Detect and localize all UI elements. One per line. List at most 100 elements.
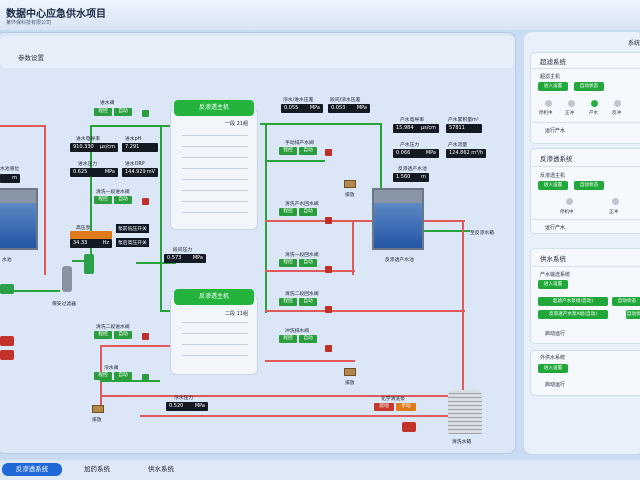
manual-valve-mode1[interactable]: 程控 <box>279 147 297 155</box>
uf-enter-button[interactable]: 进入设置 <box>538 82 568 91</box>
manual-valve[interactable] <box>325 149 332 156</box>
stage-diff-value: 0.053 MPa <box>328 104 370 113</box>
chem-pump-mode2[interactable]: 手动 <box>396 403 416 411</box>
inlet-valve-label: 进水阀 <box>100 101 115 106</box>
supply-title: 供水系统 <box>540 255 566 263</box>
ro-pump-group-button[interactable]: 反渗透产水泵A组(自动) <box>538 310 608 319</box>
flush-product-mode2[interactable]: 自动 <box>299 208 317 216</box>
uf-state-label: 产水 <box>589 111 598 116</box>
pipe <box>44 125 46 275</box>
pipe <box>0 125 46 127</box>
membrane <box>182 355 248 356</box>
ro-title: 反渗透系统 <box>540 155 573 163</box>
stage1-flush-valve[interactable] <box>142 198 149 205</box>
ro-main-2[interactable] <box>170 295 258 375</box>
divider <box>532 166 640 167</box>
feed-pump-red[interactable] <box>0 336 14 346</box>
ro-main-2-stage: 二段 11组 <box>225 311 248 317</box>
product-cond-label: 产水电导率 <box>400 118 424 123</box>
stage2-flush-in-mode1[interactable]: 程控 <box>94 331 112 339</box>
flush-stage1-mode1[interactable]: 程控 <box>279 259 297 267</box>
to-ro-label: 至反渗水箱 <box>470 231 494 236</box>
conc-valve-mode1[interactable]: 程控 <box>94 372 112 380</box>
manual-valve-mode2[interactable]: 自动 <box>299 147 317 155</box>
pipe <box>265 220 465 222</box>
flush-stage1-mode2[interactable]: 自动 <box>299 259 317 267</box>
flush-water-valve[interactable] <box>325 345 332 352</box>
conc-valve[interactable] <box>142 374 149 381</box>
app-subtitle: 某环保科技有限公司 <box>6 20 52 26</box>
stage1-flush-mode1[interactable]: 程控 <box>94 196 112 204</box>
params-title[interactable]: 参数设置 <box>18 52 44 62</box>
flush-water-mode2[interactable]: 自动 <box>299 335 317 343</box>
ro-main-2-title[interactable]: 反渗透主机 <box>174 289 254 305</box>
flush-stage2-mode2[interactable]: 自动 <box>299 298 317 306</box>
pipe <box>90 125 170 127</box>
flush-stage2-mode1[interactable]: 程控 <box>279 298 297 306</box>
membrane <box>182 146 248 147</box>
stage1-flush-mode2[interactable]: 自动 <box>114 196 132 204</box>
inlet-cond-label: 进水电导率 <box>76 137 100 142</box>
pipe <box>265 123 267 313</box>
ro-main-1-title[interactable]: 反渗透主机 <box>174 100 254 116</box>
ro-run-button[interactable]: 运行产水 <box>545 224 565 231</box>
tab-supply-system[interactable]: 供水系统 <box>136 463 186 476</box>
stage1-flush-valve-label: 清洗一段进水阀 <box>96 190 130 195</box>
stage2-flush-in-valve[interactable] <box>142 333 149 340</box>
pipe <box>160 125 162 265</box>
conc-valve-mode2[interactable]: 自动 <box>114 372 132 380</box>
inlet-valve[interactable] <box>142 110 149 117</box>
inlet-valve-mode1[interactable]: 程控 <box>94 108 112 116</box>
flush-product-mode1[interactable]: 程控 <box>279 208 297 216</box>
stage2-flush-in-mode2[interactable]: 自动 <box>114 331 132 339</box>
supply-sub: 产水输送系统 <box>540 272 571 278</box>
tab-dosing-system[interactable]: 加药系统 <box>72 463 122 476</box>
flush-product-valve-label: 清洗产水回水阀 <box>285 202 319 207</box>
uf-run-button[interactable]: 运行产水 <box>545 127 565 134</box>
flush-stage2-valve[interactable] <box>325 306 332 313</box>
supply-auto-button[interactable]: 自动状态 <box>612 297 640 306</box>
params-bar <box>0 36 515 68</box>
uf-auto-button[interactable]: 自动状态 <box>574 82 604 91</box>
membrane <box>182 135 248 136</box>
supply-start-button[interactable]: 启动运行 <box>545 330 565 337</box>
membrane <box>182 344 248 345</box>
ro-auto-button[interactable]: 自动状态 <box>574 181 604 190</box>
pipe <box>140 415 450 417</box>
ext-enter-button[interactable]: 进入设置 <box>538 364 568 373</box>
flush-water-mode1[interactable]: 程控 <box>279 335 297 343</box>
inlet-valve-mode2[interactable]: 自动 <box>114 108 132 116</box>
feed-pump-red[interactable] <box>0 350 14 360</box>
hp-pump-status[interactable] <box>70 231 112 239</box>
hp-low-switch: 泵前低压开关 <box>116 224 149 233</box>
ro-host: 反渗透主机 <box>540 173 566 179</box>
uf-pump-group-button[interactable]: 超滤产水泵组(自动) <box>538 297 608 306</box>
manual-valve-label: 手动排产水阀 <box>285 141 314 146</box>
hp-pump[interactable] <box>84 254 94 274</box>
supply-enter-button[interactable]: 进入设置 <box>538 280 568 289</box>
stage2-flush-in-label: 清洗二段进水阀 <box>96 325 130 330</box>
pipe <box>265 270 355 272</box>
chem-pump[interactable] <box>402 422 416 432</box>
clean-tank-label: 清洗水箱 <box>452 440 472 445</box>
ext-start-button[interactable]: 启动运行 <box>545 381 565 388</box>
pipe <box>100 345 180 347</box>
membrane <box>182 322 248 323</box>
membrane <box>182 212 248 213</box>
ext-title: 外供水系统 <box>540 355 566 361</box>
stage-pressure-value: 0.573 MPa <box>164 254 206 263</box>
conc-pressure-label: 浓水压力 <box>174 396 194 401</box>
left-level-value: m <box>0 174 20 183</box>
uf-state-label: 反冲 <box>612 111 621 116</box>
product-total-value: 57811 <box>446 124 482 133</box>
membrane <box>182 201 248 202</box>
ro-enter-button[interactable]: 进入设置 <box>538 181 568 190</box>
concentrate-diff-label: 浓水/进水压差 <box>283 98 314 103</box>
chem-pump-mode1[interactable]: 就地 <box>374 403 394 411</box>
tab-ro-system[interactable]: 反渗透系统 <box>2 463 62 476</box>
flush-product-valve[interactable] <box>325 217 332 224</box>
feed-pump[interactable] <box>0 284 14 294</box>
membrane <box>182 333 248 334</box>
flush-stage1-valve[interactable] <box>325 266 332 273</box>
supply-auto-button-2[interactable]: 自动状态 <box>626 310 640 319</box>
